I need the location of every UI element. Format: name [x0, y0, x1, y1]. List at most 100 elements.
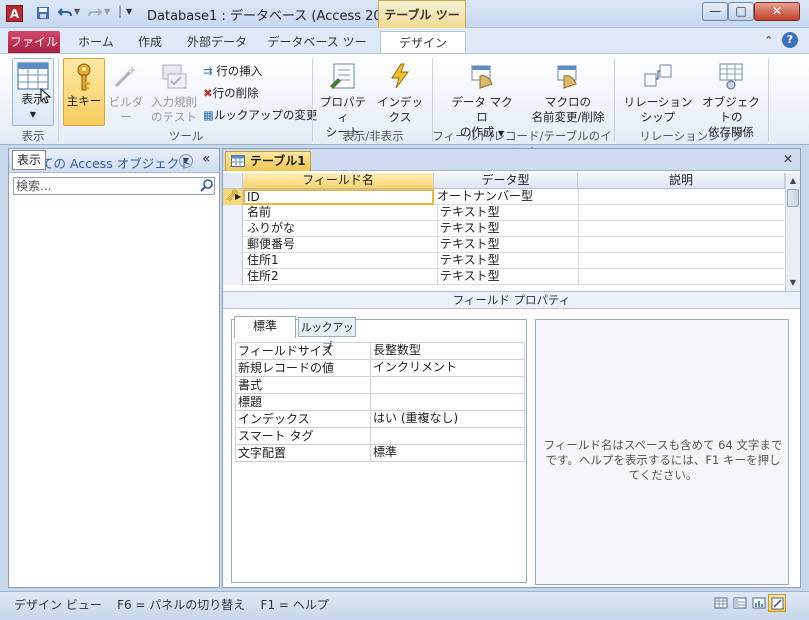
description-cell[interactable] [578, 189, 785, 205]
table-row[interactable]: 住所1 テキスト型 [223, 253, 784, 269]
property-value[interactable] [370, 427, 373, 444]
property-value[interactable]: 長整数型 [370, 342, 421, 359]
row-selector-current[interactable]: 🗝 ▶ [223, 189, 243, 205]
test-rules-label-line2: のテスト [151, 110, 197, 124]
scroll-up-arrow-icon[interactable]: ▲ [787, 175, 799, 187]
property-value[interactable]: インクリメント [370, 359, 457, 376]
relationships-button[interactable]: リレーションシップ [618, 58, 698, 125]
description-cell[interactable] [578, 205, 785, 221]
column-header-description[interactable]: 説明 [578, 173, 785, 189]
tab-lookup[interactable]: ルックアップ [298, 317, 356, 353]
indexes-button[interactable]: インデックス [372, 58, 428, 125]
design-view-button[interactable] [768, 594, 786, 612]
pivottable-view-icon[interactable] [733, 596, 747, 610]
table-row[interactable]: 名前 テキスト型 [223, 205, 784, 221]
nav-collapse-button[interactable]: « [202, 151, 211, 167]
title-bar: A ▼ ▼ | ▼ Database1 : データベース (Access 200… [0, 0, 809, 50]
property-row[interactable]: フィールドサイズ 長整数型 [235, 342, 525, 360]
field-name-cell[interactable]: 郵便番号 [247, 237, 433, 253]
help-icon[interactable]: ? [782, 32, 798, 48]
row-selector[interactable] [223, 205, 243, 221]
field-name-cell[interactable]: 住所1 [247, 253, 433, 269]
data-macro-icon [471, 65, 493, 89]
nav-search-input[interactable]: 検索... [13, 177, 215, 195]
nav-pane-title[interactable]: ての Access オブジェクト [41, 153, 192, 172]
tab-file[interactable]: ファイル [8, 31, 60, 54]
description-cell[interactable] [578, 221, 785, 237]
row-selector[interactable] [223, 253, 243, 269]
description-cell[interactable] [578, 253, 785, 269]
data-type-cell[interactable]: テキスト型 [437, 269, 577, 285]
primary-key-label: 主キー [66, 94, 102, 108]
nav-menu-chevron-icon[interactable]: ▼ [179, 154, 193, 168]
table-row[interactable]: 🗝 ▶ ID オートナンバー型 [223, 189, 784, 205]
data-type-cell[interactable]: テキスト型 [437, 253, 577, 269]
customize-qat-icon[interactable]: ▼ [126, 7, 132, 16]
grid-corner[interactable] [223, 173, 243, 189]
scroll-down-arrow-icon[interactable]: ▼ [787, 277, 799, 289]
tab-create[interactable]: 作成 [128, 31, 172, 54]
grid-vertical-scrollbar[interactable]: ▲ ▼ [785, 173, 800, 291]
validation-rules-icon [162, 64, 187, 89]
search-icon[interactable] [200, 178, 214, 192]
table-row[interactable]: ふりがな テキスト型 [223, 221, 784, 237]
close-button[interactable]: ✕ [754, 2, 800, 21]
modify-lookups-button[interactable]: ▦ルックアップの変更 [203, 104, 317, 126]
column-header-field-name[interactable]: フィールド名 [243, 173, 434, 189]
property-row[interactable]: 標題 [235, 393, 525, 411]
save-icon[interactable] [36, 6, 50, 20]
document-close-button[interactable]: ✕ [783, 152, 793, 166]
field-name-cell[interactable]: 名前 [247, 205, 433, 221]
description-cell[interactable] [578, 269, 785, 285]
row-selector[interactable] [223, 221, 243, 237]
data-type-cell[interactable]: テキスト型 [437, 205, 577, 221]
data-type-cell[interactable]: オートナンバー型 [437, 189, 577, 205]
property-value[interactable]: はい (重複なし) [370, 410, 458, 427]
undo-dropdown-icon[interactable]: ▼ [74, 7, 80, 16]
access-app-icon[interactable]: A [6, 5, 23, 22]
property-value[interactable] [370, 376, 373, 393]
row-selector[interactable] [223, 269, 243, 285]
field-name-cell[interactable]: ID [243, 189, 434, 205]
property-row[interactable]: 文字配置 標準 [235, 444, 525, 462]
pivotchart-view-icon[interactable] [752, 596, 766, 610]
tab-database-tools[interactable]: データベース ツール [262, 31, 372, 71]
property-value[interactable] [370, 393, 373, 410]
table-row[interactable]: 住所2 テキスト型 [223, 269, 784, 285]
scroll-thumb[interactable] [787, 189, 799, 207]
maximize-button[interactable]: □ [728, 2, 754, 21]
group-label-view: 表示 [21, 129, 45, 143]
tab-general[interactable]: 標準 [234, 316, 296, 338]
datasheet-view-icon[interactable] [714, 596, 728, 610]
delete-rows-button[interactable]: ✖行の削除 [203, 82, 317, 104]
rename-macro-label-line1: マクロの [545, 95, 591, 109]
data-type-cell[interactable]: テキスト型 [437, 221, 577, 237]
property-label: 文字配置 [238, 446, 287, 460]
undo-icon[interactable] [58, 6, 72, 20]
property-row[interactable]: 新規レコードの値 インクリメント [235, 359, 525, 377]
key-icon [77, 63, 91, 91]
column-header-data-type[interactable]: データ型 [434, 173, 578, 189]
property-label: フィールドサイズ [238, 344, 334, 358]
property-row[interactable]: 書式 [235, 376, 525, 394]
tab-home[interactable]: ホーム [70, 31, 122, 54]
row-selector[interactable] [223, 237, 243, 253]
property-row[interactable]: スマート タグ [235, 427, 525, 445]
property-row[interactable]: インデックス はい (重複なし) [235, 410, 525, 428]
ribbon-minimize-icon[interactable]: ⌃ [764, 34, 773, 47]
tab-external-data[interactable]: 外部データ [180, 31, 254, 54]
data-type-cell[interactable]: テキスト型 [437, 237, 577, 253]
rename-delete-macro-button[interactable]: マクロの 名前変更/削除 [520, 58, 616, 125]
tab-design[interactable]: デザイン [380, 31, 466, 54]
insert-rows-button[interactable]: ⇉ 行の挿入 [203, 60, 317, 82]
description-cell[interactable] [578, 237, 785, 253]
relationships-icon [644, 64, 672, 87]
primary-key-button[interactable]: 主キー [63, 58, 105, 126]
field-name-cell[interactable]: ふりがな [247, 221, 433, 237]
qat-separator: | [118, 4, 123, 18]
document-tab-table1[interactable]: テーブル1 [225, 151, 311, 171]
property-value[interactable]: 標準 [370, 444, 397, 461]
field-name-cell[interactable]: 住所2 [247, 269, 433, 285]
minimize-button[interactable]: — [702, 2, 728, 21]
table-row[interactable]: 郵便番号 テキスト型 [223, 237, 784, 253]
